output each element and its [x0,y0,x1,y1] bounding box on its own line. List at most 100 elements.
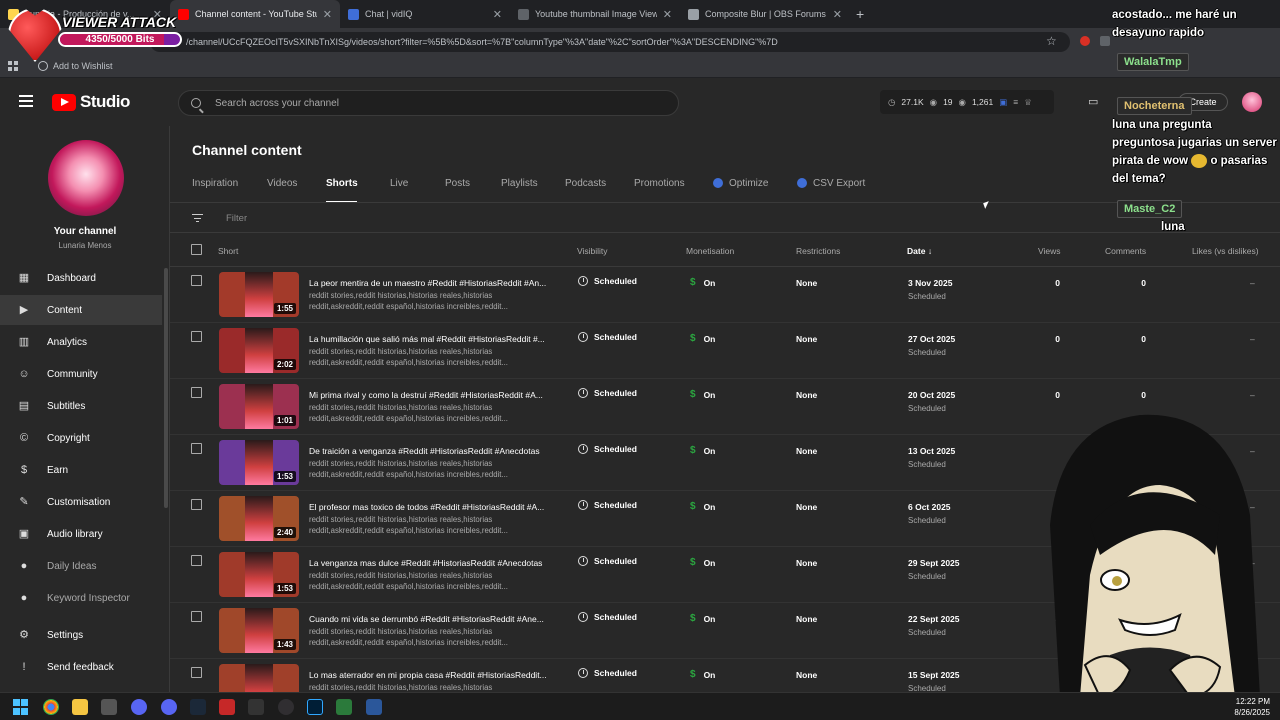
visibility-dropdown[interactable]: Scheduled [578,612,637,622]
filter-icon[interactable] [192,214,203,222]
video-thumbnail[interactable]: 1:53 [219,440,299,485]
browser-tab[interactable]: Chat | vidIQ ✕ [340,0,510,28]
tab-csv-export[interactable]: CSV Export [797,178,865,189]
bookmark-star-icon[interactable]: ☆ [1046,34,1057,48]
monetisation-status[interactable]: $ On [690,277,715,288]
row-checkbox[interactable] [191,275,202,286]
vidiq-stats-widget[interactable]: ◷ 27.1K ◉ 19 ◉ 1,261 ▣ ≡ ♕ [880,90,1054,114]
video-title[interactable]: Mi prima rival y como la destruí #Reddit… [309,390,554,400]
system-clock[interactable]: 12:22 PM 8/26/2025 [1218,696,1270,718]
video-thumbnail[interactable]: 1:43 [219,608,299,653]
bookmark-item[interactable]: Add to Wishlist [38,61,113,71]
row-checkbox[interactable] [191,555,202,566]
app-icon[interactable] [219,699,235,715]
close-icon[interactable]: ✕ [663,8,672,21]
windows-start-icon[interactable] [13,699,29,715]
sidebar-item-send-feedback[interactable]: ! Send feedback [0,652,162,682]
row-checkbox[interactable] [191,499,202,510]
row-checkbox[interactable] [191,443,202,454]
monetisation-status[interactable]: $ On [690,445,715,456]
col-date[interactable]: Date ↓ [907,246,932,256]
row-checkbox[interactable] [191,387,202,398]
monetisation-status[interactable]: $ On [690,669,715,680]
col-monetisation[interactable]: Monetisation [686,246,734,256]
sidebar-item-analytics[interactable]: ▥ Analytics [0,327,162,357]
sidebar-item-earn[interactable]: $ Earn [0,455,162,485]
video-title[interactable]: La peor mentira de un maestro #Reddit #H… [309,278,554,288]
tab-shorts[interactable]: Shorts [326,178,358,189]
vidiq-icon[interactable]: ▣ [999,97,1007,108]
sidebar-item-dashboard[interactable]: ▦ Dashboard [0,263,162,293]
sidebar-item-daily-ideas[interactable]: ● Daily Ideas [0,551,162,581]
word-icon[interactable] [366,699,382,715]
col-comments[interactable]: Comments [1105,246,1146,256]
row-checkbox[interactable] [191,611,202,622]
col-views[interactable]: Views [1038,246,1061,256]
video-thumbnail[interactable]: 2:02 [219,328,299,373]
photoshop-icon[interactable] [307,699,323,715]
sidebar-scrollbar[interactable] [164,268,168,508]
close-icon[interactable]: ✕ [833,8,842,21]
tab-live[interactable]: Live [390,178,408,189]
row-checkbox[interactable] [191,667,202,678]
visibility-dropdown[interactable]: Scheduled [578,444,637,454]
visibility-dropdown[interactable]: Scheduled [578,668,637,678]
tab-videos[interactable]: Videos [267,178,297,189]
extension-icon[interactable] [1080,36,1090,46]
sidebar-item-community[interactable]: ☺ Community [0,359,162,389]
video-thumbnail[interactable]: 1:01 [219,384,299,429]
sidebar-item-customisation[interactable]: ✎ Customisation [0,487,162,517]
visibility-dropdown[interactable]: Scheduled [578,332,637,342]
monetisation-status[interactable]: $ On [690,389,715,400]
app-icon[interactable] [248,699,264,715]
video-thumbnail[interactable]: 2:40 [219,496,299,541]
channel-search[interactable]: Search across your channel [178,90,679,116]
sidebar-item-copyright[interactable]: © Copyright [0,423,162,453]
visibility-dropdown[interactable]: Scheduled [578,276,637,286]
video-thumbnail[interactable]: 1:55 [219,272,299,317]
trophy-icon[interactable]: ♕ [1024,97,1032,108]
sidebar-item-subtitles[interactable]: ▤ Subtitles [0,391,162,421]
browser-tab[interactable]: Youtube thumbnail Image View... ✕ [510,0,680,28]
col-likes[interactable]: Likes (vs dislikes) [1192,246,1259,256]
video-title[interactable]: La venganza mas dulce #Reddit #Historias… [309,558,554,568]
close-icon[interactable]: ✕ [493,8,502,21]
menu-icon[interactable] [19,95,33,107]
discord-icon[interactable] [131,699,147,715]
video-title[interactable]: Cuando mi vida se derrumbó #Reddit #Hist… [309,614,554,624]
obs-icon[interactable] [278,699,294,715]
visibility-dropdown[interactable]: Scheduled [578,388,637,398]
studio-logo[interactable]: Studio [52,92,130,112]
sidebar-item-content[interactable]: ▶ Content [0,295,162,325]
browser-tab[interactable]: Composite Blur | OBS Forums ✕ [680,0,850,28]
col-visibility[interactable]: Visibility [577,246,608,256]
col-restrictions[interactable]: Restrictions [796,246,840,256]
visibility-dropdown[interactable]: Scheduled [578,556,637,566]
chrome-icon[interactable] [43,699,59,715]
tab-promotions[interactable]: Promotions [634,178,685,189]
monetisation-status[interactable]: $ On [690,557,715,568]
video-title[interactable]: La humillación que salió más mal #Reddit… [309,334,554,344]
new-tab-icon[interactable]: + [856,6,864,22]
sidebar-item-settings[interactable]: ⚙ Settings [0,620,162,650]
app-icon[interactable] [336,699,352,715]
browser-tab[interactable]: Channel content - YouTube Stu... ✕ [170,0,340,28]
select-all-checkbox[interactable] [191,244,202,255]
channel-avatar[interactable] [48,140,124,216]
tab-playlists[interactable]: Playlists [501,178,538,189]
visibility-dropdown[interactable]: Scheduled [578,500,637,510]
tab-inspiration[interactable]: Inspiration [192,178,238,189]
notifications-icon[interactable]: ▭ [1088,95,1098,108]
discord-icon[interactable] [161,699,177,715]
tab-posts[interactable]: Posts [445,178,470,189]
sidebar-item-audio-library[interactable]: ▣ Audio library [0,519,162,549]
tab-optimize[interactable]: Optimize [713,178,768,189]
monetisation-status[interactable]: $ On [690,333,715,344]
monetisation-status[interactable]: $ On [690,501,715,512]
video-thumbnail[interactable]: 1:53 [219,552,299,597]
file-explorer-icon[interactable] [72,699,88,715]
row-checkbox[interactable] [191,331,202,342]
filter-input[interactable]: Filter [226,213,247,224]
video-title[interactable]: Lo mas aterrador en mi propia casa #Redd… [309,670,554,680]
url-field[interactable]: /channel/UCcFQZEOcIT5vSXINbTnXISg/videos… [150,32,1070,52]
